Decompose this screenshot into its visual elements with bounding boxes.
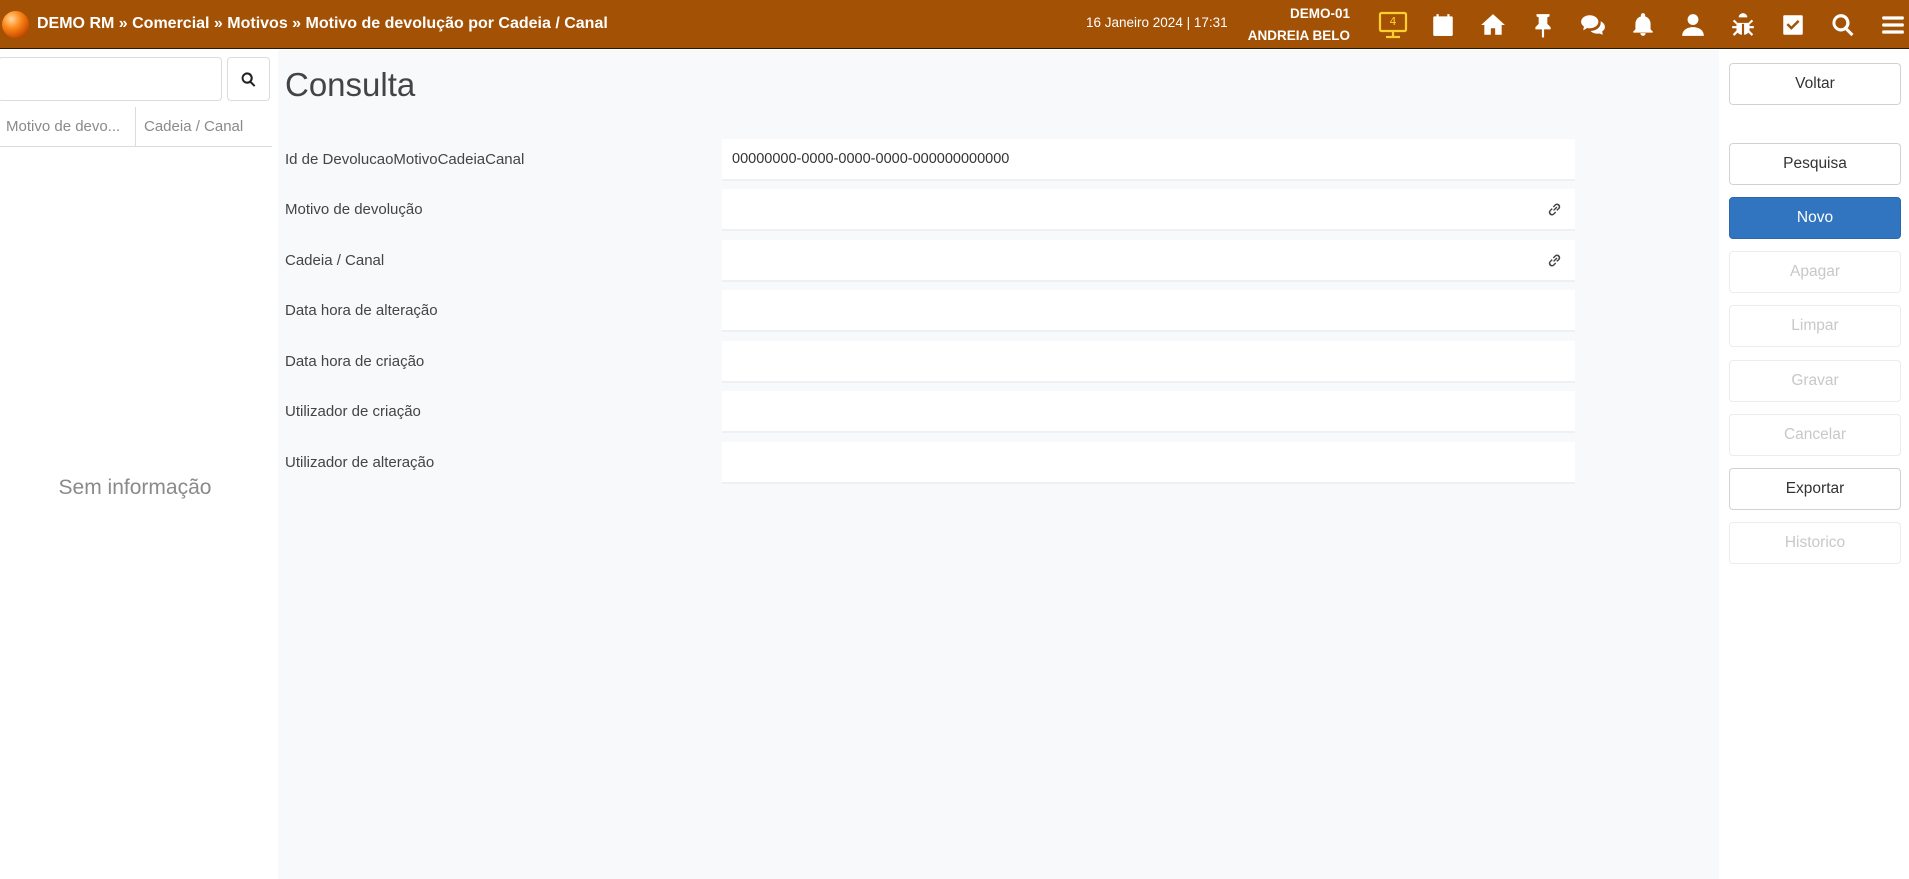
field-label: Utilizador de criação (285, 403, 421, 420)
page-title: Consulta (285, 66, 416, 103)
historico-button[interactable]: Historico (1729, 522, 1901, 564)
notifications-button[interactable] (1618, 0, 1668, 49)
motivo-field[interactable] (722, 189, 1575, 231)
gravar-button[interactable]: Gravar (1729, 360, 1901, 402)
list-panel: Motivo de devo... Cadeia / Canal Sem inf… (0, 50, 278, 879)
hamburger-icon (1882, 15, 1904, 34)
form-row-utilizador-alteracao: Utilizador de alteração (285, 442, 1575, 484)
cancelar-button[interactable]: Cancelar (1729, 414, 1901, 456)
tasks-button[interactable] (1768, 0, 1818, 49)
data-alteracao-field[interactable] (722, 290, 1575, 332)
chat-icon (1581, 14, 1605, 35)
user-icon (1682, 13, 1704, 36)
utilizador-criacao-field[interactable] (722, 391, 1575, 433)
list-header: Motivo de devo... Cadeia / Canal (0, 107, 272, 147)
empty-list-message: Sem informação (58, 476, 212, 499)
chat-button[interactable] (1568, 0, 1618, 49)
form-row-id: Id de DevolucaoMotivoCadeiaCanal 0000000… (285, 139, 1575, 181)
field-label: Data hora de criação (285, 353, 425, 370)
form-row-utilizador-criacao: Utilizador de criação (285, 391, 1575, 433)
novo-button[interactable]: Novo (1729, 197, 1901, 239)
menu-button[interactable] (1868, 0, 1909, 49)
home-button[interactable] (1468, 0, 1518, 49)
voltar-button[interactable]: Voltar (1729, 63, 1901, 105)
link-icon[interactable] (1546, 201, 1563, 218)
field-label: Utilizador de alteração (285, 454, 435, 471)
calendar-button[interactable] (1418, 0, 1468, 49)
user-info[interactable]: DEMO-01 ANDREIA BELO (1200, 3, 1350, 47)
bug-icon (1732, 12, 1754, 36)
column-header-cadeia[interactable]: Cadeia / Canal (136, 107, 272, 146)
bug-report-button[interactable] (1718, 0, 1768, 49)
actions-panel: Voltar Pesquisa Novo Apagar Limpar Grava… (1719, 50, 1909, 879)
breadcrumb: DEMO RM » Comercial » Motivos » Motivo d… (37, 15, 608, 32)
list-search-input[interactable] (0, 57, 222, 101)
pin-icon (1535, 13, 1551, 38)
top-bar: DEMO RM » Comercial » Motivos » Motivo d… (0, 0, 1909, 49)
user-name: ANDREIA BELO (1247, 28, 1350, 43)
monitor-count: 4 (1389, 14, 1397, 28)
field-label: Cadeia / Canal (285, 252, 385, 269)
data-criacao-field[interactable] (722, 341, 1575, 383)
form-row-cadeia: Cadeia / Canal (285, 240, 1575, 282)
cadeia-field[interactable] (722, 240, 1575, 282)
column-header-motivo[interactable]: Motivo de devo... (0, 107, 136, 146)
global-search-button[interactable] (1818, 0, 1868, 49)
search-icon (1832, 13, 1854, 36)
field-value: 00000000-0000-0000-0000-000000000000 (732, 151, 1010, 167)
pesquisa-button[interactable]: Pesquisa (1729, 143, 1901, 185)
form-row-data-criacao: Data hora de criação (285, 341, 1575, 383)
field-label: Data hora de alteração (285, 302, 438, 319)
field-label: Id de DevolucaoMotivoCadeiaCanal (285, 151, 525, 168)
exportar-button[interactable]: Exportar (1729, 468, 1901, 510)
checkbox-icon (1783, 14, 1803, 35)
user-button[interactable] (1668, 0, 1718, 49)
form-row-data-alteracao: Data hora de alteração (285, 290, 1575, 332)
bell-icon (1633, 12, 1653, 36)
monitor-button[interactable]: 4 (1368, 0, 1418, 49)
app-logo[interactable] (2, 10, 29, 38)
search-icon (241, 71, 256, 87)
list-search-button[interactable] (227, 57, 270, 101)
apagar-button[interactable]: Apagar (1729, 251, 1901, 293)
link-icon[interactable] (1546, 252, 1563, 269)
form-row-motivo: Motivo de devolução (285, 189, 1575, 231)
field-label: Motivo de devolução (285, 201, 423, 218)
top-icons: 4 (1368, 0, 1909, 49)
home-icon (1481, 13, 1505, 35)
utilizador-alteracao-field[interactable] (722, 442, 1575, 484)
calendar-icon (1433, 13, 1453, 36)
pin-button[interactable] (1518, 0, 1568, 49)
main-content: Consulta Id de DevolucaoMotivoCadeiaCana… (278, 50, 1719, 879)
id-field[interactable]: 00000000-0000-0000-0000-000000000000 (722, 139, 1575, 181)
company-code: DEMO-01 (1289, 6, 1350, 21)
limpar-button[interactable]: Limpar (1729, 305, 1901, 347)
